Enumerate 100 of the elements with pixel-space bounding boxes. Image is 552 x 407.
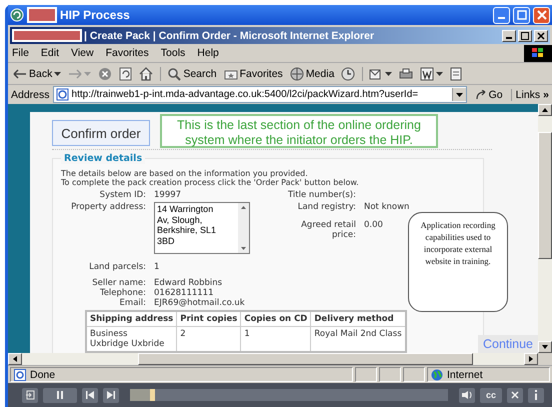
previous-button[interactable] [82,388,98,402]
refresh-icon[interactable] [119,66,132,80]
scroll-down-button[interactable] [538,341,552,353]
links-button[interactable]: Links [510,88,540,100]
document-icon[interactable] [450,66,462,80]
mail-button[interactable] [362,66,392,80]
favorites-button[interactable]: Favorites [224,68,283,80]
exit-icon [25,390,35,400]
field-label: Telephone: [98,288,146,298]
volume-icon[interactable] [459,388,475,402]
info-icon[interactable] [528,388,544,402]
table-cell-text: 2 [180,329,187,339]
address-label: Address [11,88,50,100]
close-icon [537,32,545,40]
exit-button[interactable] [22,388,38,402]
column-header: Shipping address [86,311,177,326]
field-value: 0.00 [364,220,383,230]
caret-icon [84,72,92,76]
globe-icon [431,368,443,380]
home-icon[interactable] [139,66,154,80]
w-icon [420,66,434,80]
field-label: Title number(s): [286,190,356,200]
vertical-scrollbar[interactable] [538,104,552,353]
note-callout: Application recording capabilities used to incorporate external website in training. [408,212,508,312]
app-icon [10,8,24,22]
close-button[interactable] [507,388,523,402]
maximize-button[interactable] [518,30,532,42]
instruction-callout: This is the last section of the online ordering system where the initiator orders the HIP. [160,114,438,148]
history-icon[interactable] [341,66,356,80]
media-button[interactable]: Media [290,66,334,80]
field-value: EJR69@hotmail.co.uk [154,298,246,308]
menu-item[interactable]: View [71,47,94,59]
close-icon [536,10,546,20]
search-button[interactable]: Search [160,66,217,80]
status-text: Done [10,367,353,382]
go-arrow-icon [474,90,487,100]
captions-button[interactable]: cc [480,388,502,402]
scroll-up-button[interactable] [538,104,552,116]
pause-button[interactable] [43,388,77,402]
search-icon [167,66,182,80]
browser-title: | Create Pack | Confirm Order - Microsoft Internet Explorer [84,30,374,42]
previous-icon [85,390,95,400]
field-label: Land parcels: [88,262,146,272]
address-text-area[interactable]: 14 Warrington Av, Slough, Berkshire, SL1 3BD [154,202,250,254]
scroll-thumb[interactable] [538,132,552,259]
table-cell-text: 1 [244,329,251,339]
back-button[interactable]: Back [13,68,62,80]
menu-item[interactable]: Favorites [106,47,149,59]
menu-item[interactable]: File [12,47,29,59]
next-icon [106,390,116,400]
confirm-order-button[interactable]: Confirm order [52,120,150,146]
scroll-thumb[interactable] [138,353,473,365]
field-label: Property address: [70,202,146,212]
more-button[interactable]: » [543,88,549,100]
minimize-icon [506,37,512,39]
star-folder-icon [224,68,238,80]
scroll-left-button[interactable] [8,353,22,365]
field-value: Not known [364,202,410,212]
dropdown-button[interactable] [452,88,466,101]
intro-text: The details below are based on the information you provided. [61,169,309,178]
scroll-right-icon [528,355,534,363]
maximize-icon [521,32,529,40]
status-panel [379,367,401,382]
globe-icon [290,66,304,80]
field-value: 19997 [154,190,182,200]
menu-item[interactable]: Edit [40,47,60,59]
caret-icon [385,72,392,76]
go-button[interactable]: Go [470,88,508,100]
redaction-block [27,7,57,23]
minimize-button[interactable] [502,30,516,42]
horizontal-scrollbar[interactable] [8,353,552,365]
menu-item[interactable]: Tools [160,47,186,59]
progress-slider[interactable] [130,389,448,401]
scroll-left-icon [12,355,18,363]
column-header: Copies on CD [240,311,311,326]
address-field[interactable]: http://trainweb1-p-int.mda-advantage.co.uk:5400/l2ci/packWizard.htm?userId= [52,86,467,103]
flag-logo-icon [524,44,552,62]
back-arrow-icon [13,68,27,78]
field-value: 1 [154,262,160,272]
field-value: 01628111111 [154,288,214,298]
scroll-up-icon [541,107,549,113]
caret-icon [456,92,463,96]
scroll-down-icon [541,344,549,350]
scroll-right-button[interactable] [524,353,538,365]
next-button[interactable] [103,388,119,402]
menu-item[interactable]: Help [197,47,219,59]
window-title: HIP Process [60,8,130,22]
edit-button[interactable] [420,66,444,80]
scrollbar[interactable] [238,203,249,253]
section-title: Review details [61,153,146,164]
close-button[interactable] [534,30,548,42]
field-label: Email: [118,298,146,308]
table-cell-text: Business [90,329,128,339]
stop-icon[interactable] [98,66,112,80]
printer-icon[interactable] [399,66,414,80]
caret-icon [436,72,444,76]
forward-arrow-icon [68,68,82,78]
zone-indicator: Internet [427,367,550,382]
caret-icon [54,72,62,76]
column-header: Print copies [176,311,241,326]
